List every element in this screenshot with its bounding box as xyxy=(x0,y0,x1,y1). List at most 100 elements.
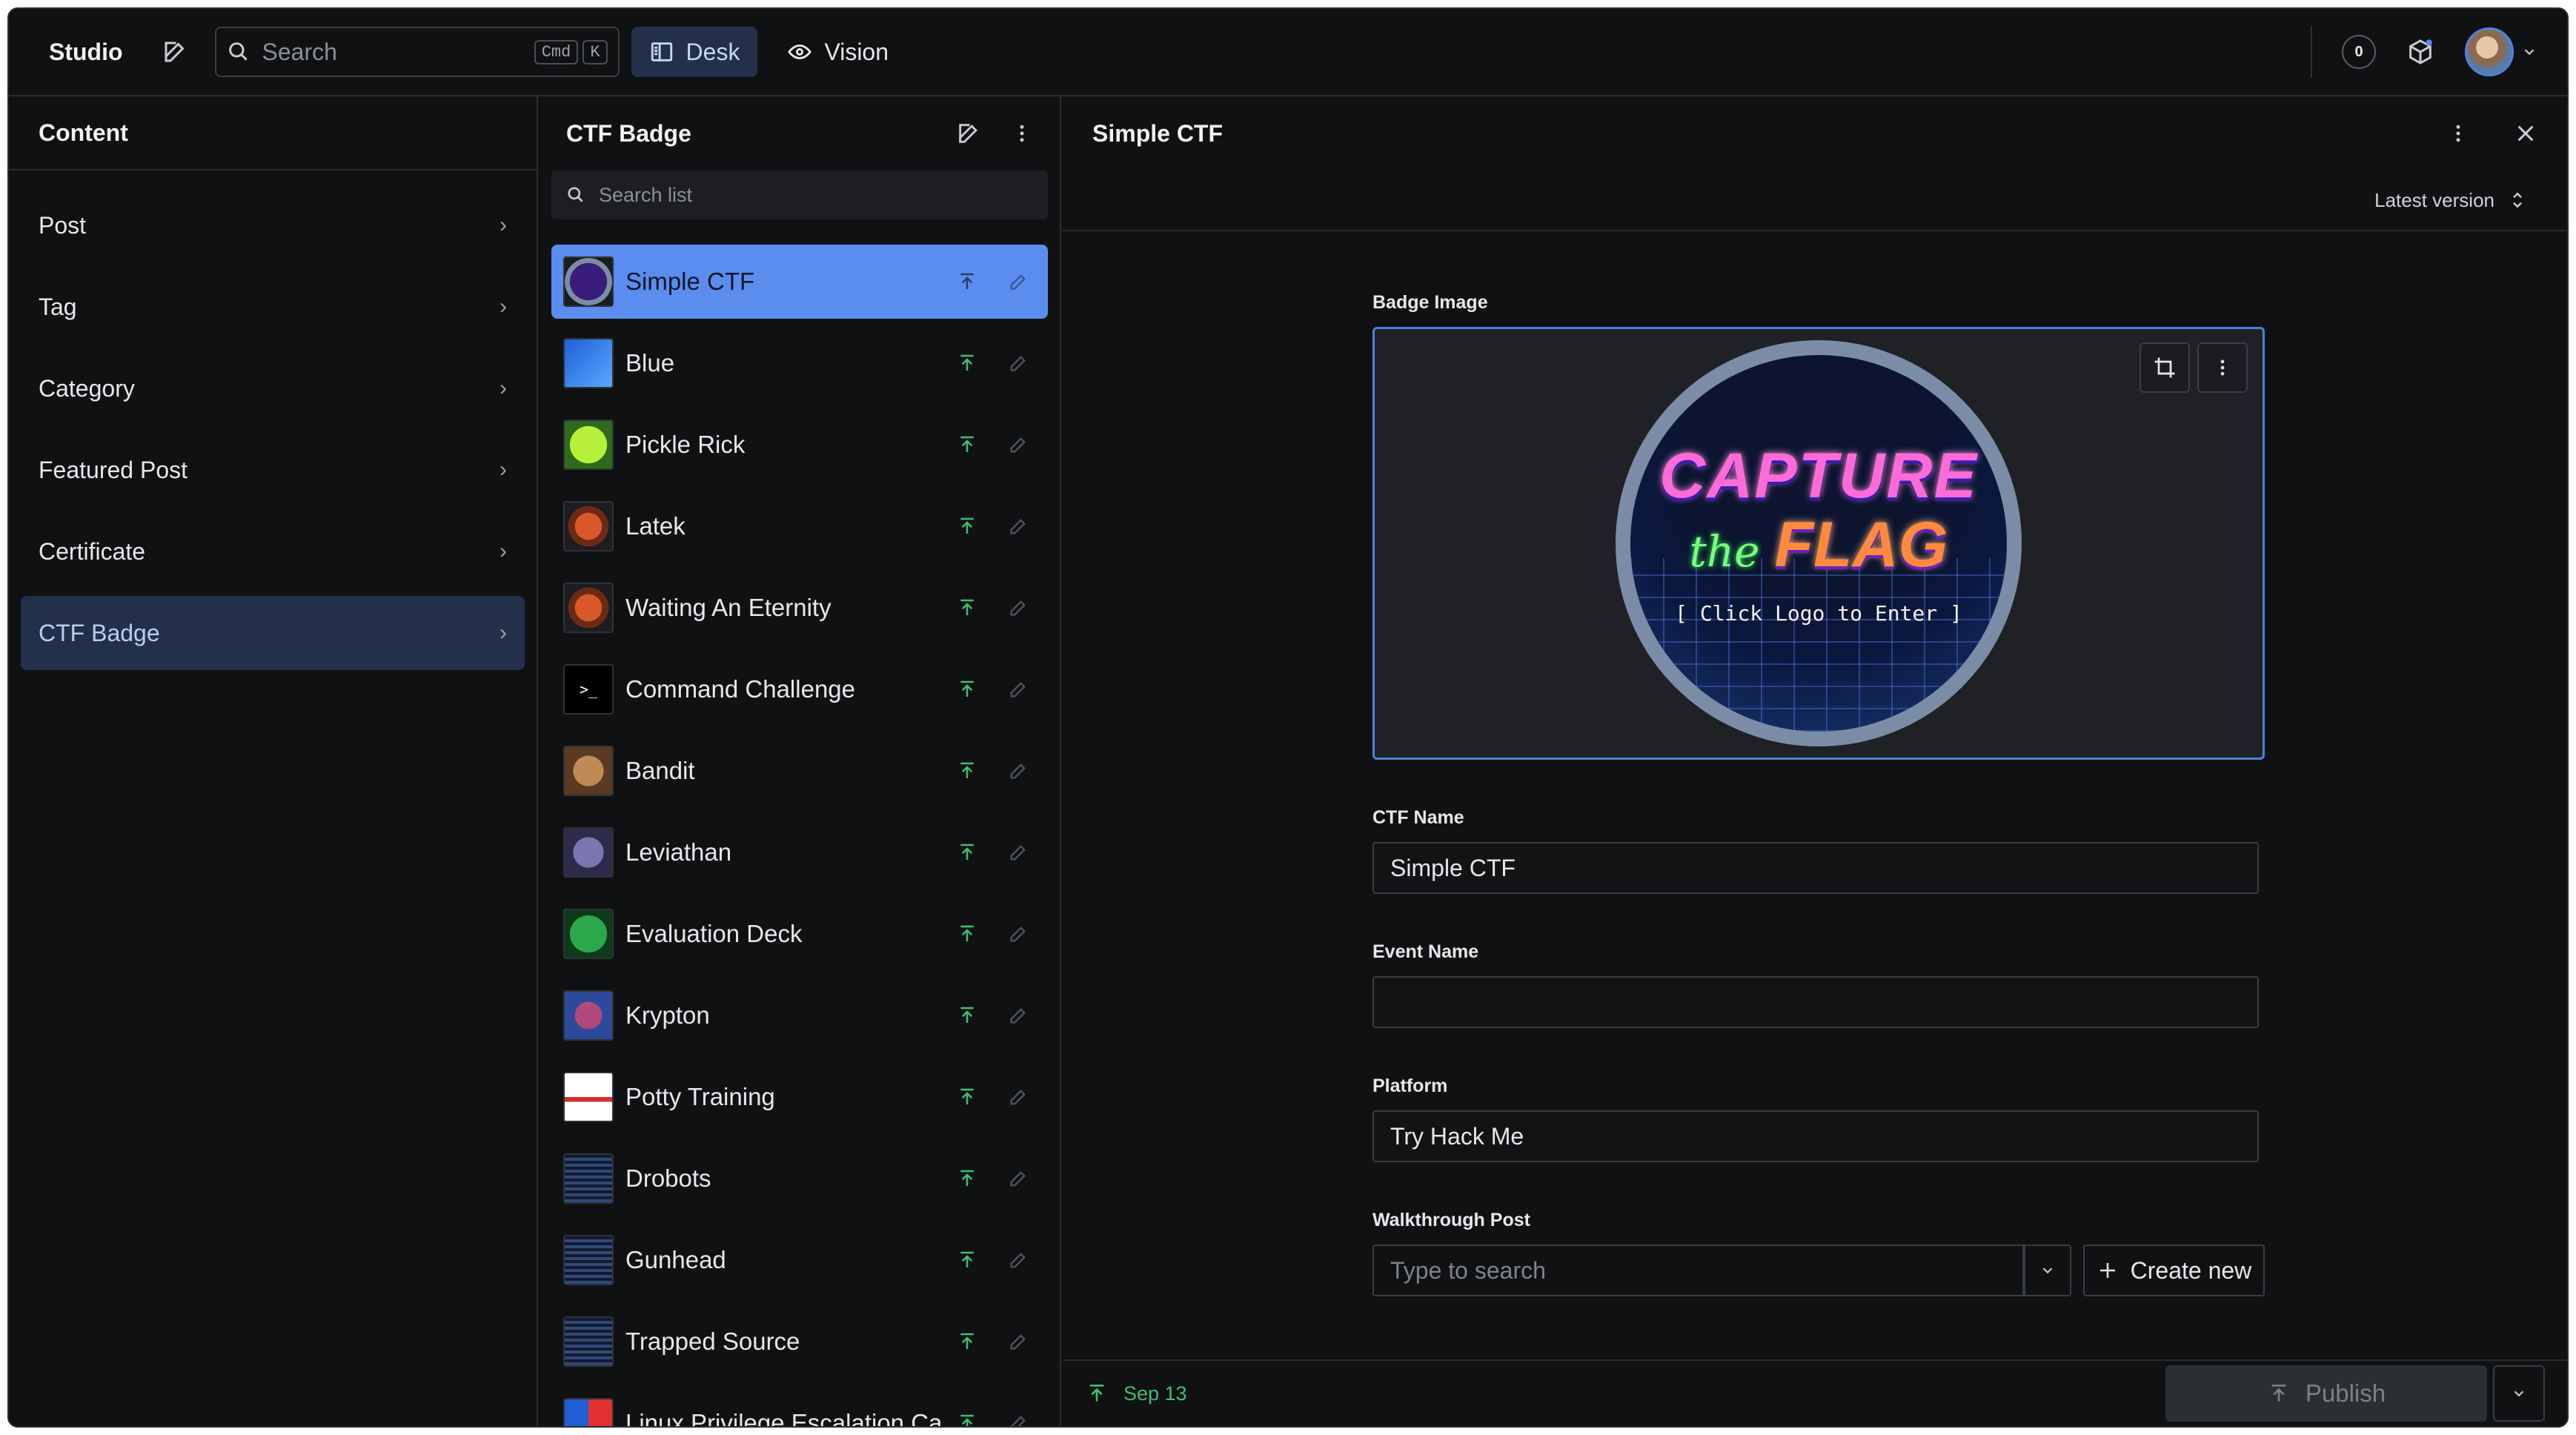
document-list: Simple CTF Blue Pickle Rick Latek Waiting An… xyxy=(540,245,1060,1428)
tool-vision-button[interactable]: Vision xyxy=(769,27,906,77)
pencil-icon xyxy=(1008,516,1029,537)
published-icon xyxy=(956,1249,978,1271)
pencil-icon xyxy=(1008,1413,1029,1426)
badge-image-label: Badge Image xyxy=(1372,292,1488,313)
content-item-label: Featured Post xyxy=(39,456,187,483)
list-search-placeholder: Search list xyxy=(599,183,693,206)
document-list-item[interactable]: Pickle Rick xyxy=(551,408,1048,482)
pickle-rick-thumb xyxy=(563,420,614,470)
more-vertical-icon[interactable] xyxy=(2447,121,2469,146)
published-icon xyxy=(956,515,978,537)
platform-input[interactable]: Try Hack Me xyxy=(1372,1110,2259,1162)
logo-grid xyxy=(1630,558,2007,732)
compose-icon[interactable] xyxy=(956,121,981,146)
compose-icon[interactable] xyxy=(153,30,197,74)
publish-icon xyxy=(2271,1385,2286,1402)
content-item-post[interactable]: Post › xyxy=(21,188,525,262)
ctf-name-field: CTF Name Simple CTF xyxy=(1372,807,2265,894)
document-list-item-title: Krypton xyxy=(625,1001,710,1029)
document-list-item[interactable]: Linux Privilege Escalation Ca xyxy=(551,1386,1048,1428)
pencil-icon xyxy=(1008,1250,1029,1270)
search-icon xyxy=(228,42,248,61)
document-list-item[interactable]: Trapped Source xyxy=(551,1305,1048,1379)
chevron-right-icon: › xyxy=(499,376,507,400)
publish-button[interactable]: Publish xyxy=(2165,1365,2487,1422)
ctf-logo-thumb xyxy=(563,256,614,307)
document-status xyxy=(956,597,1029,619)
tool-desk-button[interactable]: Desk xyxy=(631,27,758,77)
published-icon xyxy=(956,352,978,374)
document-list-item[interactable]: Latek xyxy=(551,489,1048,563)
chevron-down-icon[interactable] xyxy=(2493,1365,2545,1422)
document-list-item[interactable]: Krypton xyxy=(551,978,1048,1053)
published-status: Sep 13 xyxy=(1085,1382,1187,1405)
content-item-label: Certificate xyxy=(39,537,146,565)
document-list-item[interactable]: Evaluation Deck xyxy=(551,897,1048,971)
walkthrough-search-input[interactable]: Type to search xyxy=(1372,1245,2024,1296)
pencil-icon xyxy=(1008,760,1029,781)
document-status xyxy=(956,760,1029,782)
content-item-featured-post[interactable]: Featured Post › xyxy=(21,433,525,507)
document-list-item-title: Linux Privilege Escalation Ca xyxy=(625,1409,943,1428)
list-search-input[interactable]: Search list xyxy=(551,170,1048,219)
notification-count-badge[interactable]: 0 xyxy=(2342,35,2376,69)
user-menu[interactable] xyxy=(2465,27,2537,76)
document-status xyxy=(956,841,1029,864)
document-list-pane: CTF Badge Search list Simple CTF Blue Pick… xyxy=(540,96,1061,1426)
package-icon[interactable] xyxy=(2406,37,2435,67)
content-item-ctf-badge[interactable]: CTF Badge › xyxy=(21,596,525,670)
document-footer: Sep 13 Publish xyxy=(1063,1359,2567,1426)
terminal-thumb: >_ xyxy=(563,664,614,715)
chevron-down-icon[interactable] xyxy=(2023,1245,2071,1296)
document-list-item[interactable]: Simple CTF xyxy=(551,245,1048,319)
tool-vision-label: Vision xyxy=(824,38,889,65)
walkthrough-post-field: Walkthrough Post Type to search Create n… xyxy=(1372,1210,2265,1296)
document-list-item[interactable]: Potty Training xyxy=(551,1060,1048,1134)
document-status xyxy=(956,1330,1029,1353)
bandit-thumb xyxy=(563,746,614,796)
document-list-item-title: Evaluation Deck xyxy=(625,920,803,947)
version-selector[interactable]: Latest version xyxy=(1063,170,2567,231)
capture-the-flag-logo[interactable]: CAPTURE the FLAG [ Click Logo to Enter ] xyxy=(1616,340,2022,746)
document-list-item[interactable]: Leviathan xyxy=(551,815,1048,889)
document-list-item[interactable]: Gunhead xyxy=(551,1223,1048,1297)
ctf-name-input[interactable]: Simple CTF xyxy=(1372,842,2259,894)
content-item-category[interactable]: Category › xyxy=(21,351,525,425)
search-icon xyxy=(568,187,583,202)
published-icon xyxy=(956,271,978,293)
studio-brand[interactable]: Studio xyxy=(49,39,123,66)
cyber-apocalypse-thumb xyxy=(563,1235,614,1285)
potty-thumb xyxy=(563,1072,614,1122)
document-list-item[interactable]: Drobots xyxy=(551,1141,1048,1216)
list-pane-title: CTF Badge xyxy=(566,119,691,147)
document-list-item[interactable]: Blue xyxy=(551,326,1048,400)
close-icon[interactable] xyxy=(2514,122,2537,145)
document-status xyxy=(956,678,1029,700)
global-search-input[interactable]: Search Cmd K xyxy=(214,27,620,77)
more-vertical-icon[interactable] xyxy=(2197,342,2248,393)
document-status xyxy=(956,923,1029,945)
content-item-certificate[interactable]: Certificate › xyxy=(21,514,525,589)
version-label: Latest version xyxy=(2374,188,2494,211)
create-new-button[interactable]: Create new xyxy=(2082,1245,2265,1296)
document-list-item[interactable]: Bandit xyxy=(551,734,1048,808)
pencil-icon xyxy=(1008,271,1029,292)
document-list-item[interactable]: Waiting An Eternity xyxy=(551,571,1048,645)
more-vertical-icon[interactable] xyxy=(1011,121,1033,146)
badge-image-field[interactable]: CAPTURE the FLAG [ Click Logo to Enter ] xyxy=(1372,327,2265,760)
avatar xyxy=(2465,27,2514,76)
content-item-tag[interactable]: Tag › xyxy=(21,270,525,344)
document-list-item-title: Waiting An Eternity xyxy=(625,594,831,621)
published-icon xyxy=(956,1330,978,1353)
content-item-label: Category xyxy=(39,374,135,402)
krypton-thumb xyxy=(563,990,614,1041)
search-placeholder: Search xyxy=(262,38,337,65)
published-icon xyxy=(956,597,978,619)
published-icon xyxy=(956,760,978,782)
crop-icon[interactable] xyxy=(2140,342,2190,393)
event-name-input[interactable] xyxy=(1372,976,2259,1028)
document-list-item[interactable]: >_ Command Challenge xyxy=(551,652,1048,726)
cyber-apocalypse-thumb xyxy=(563,1316,614,1367)
document-status xyxy=(956,1086,1029,1108)
event-name-field: Event Name xyxy=(1372,941,2265,1028)
